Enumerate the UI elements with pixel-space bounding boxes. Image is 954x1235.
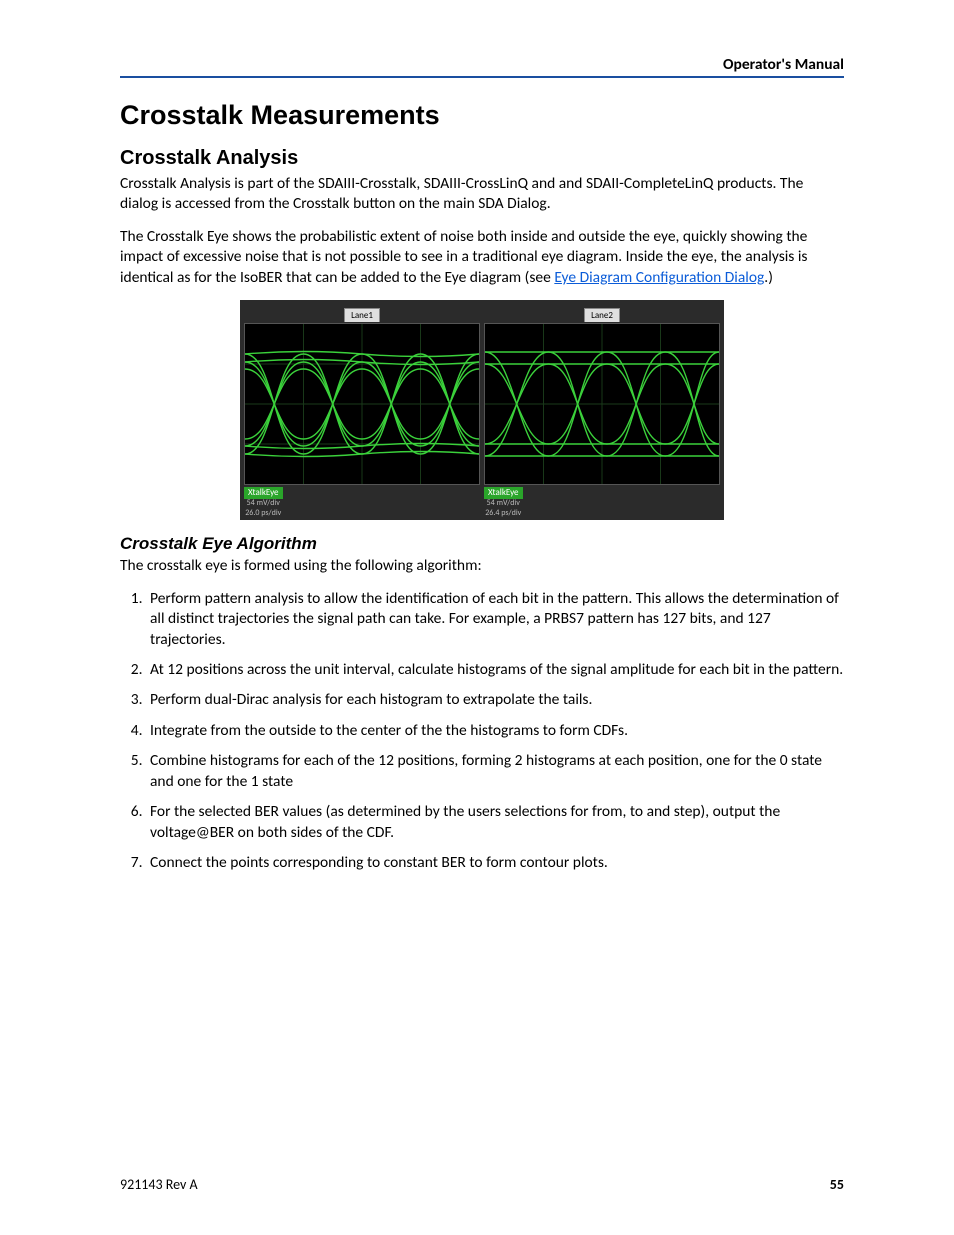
lane2-hscale: 26.4 ps/div <box>484 509 523 519</box>
step-item: Connect the points corresponding to cons… <box>146 853 844 873</box>
para-eye-text-b: .) <box>764 268 773 287</box>
doc-id: 921143 Rev A <box>120 1176 198 1193</box>
subheading-algorithm: Crosstalk Eye Algorithm <box>120 534 844 554</box>
step-item: Integrate from the outside to the center… <box>146 721 844 741</box>
algorithm-steps: Perform pattern analysis to allow the id… <box>120 589 844 874</box>
lane1-panel: Lane1 <box>244 304 480 518</box>
section-heading: Crosstalk Analysis <box>120 147 844 170</box>
para-eye-desc: The Crosstalk Eye shows the probabilisti… <box>120 227 844 288</box>
para-algorithm-intro: The crosstalk eye is formed using the fo… <box>120 556 844 576</box>
lane2-eye-diagram <box>484 323 720 485</box>
page-title: Crosstalk Measurements <box>120 100 844 131</box>
figure-wrapper: Lane1 <box>120 300 844 520</box>
step-item: Perform dual-Dirac analysis for each his… <box>146 690 844 710</box>
lane1-eye-diagram <box>244 323 480 485</box>
page-number: 55 <box>830 1176 844 1193</box>
step-item: At 12 positions across the unit interval… <box>146 660 844 680</box>
step-item: For the selected BER values (as determin… <box>146 802 844 843</box>
lane2-panel: Lane2 <box>484 304 720 518</box>
para-intro: Crosstalk Analysis is part of the SDAIII… <box>120 174 844 215</box>
step-item: Combine histograms for each of the 12 po… <box>146 751 844 792</box>
eye-diagram-link[interactable]: Eye Diagram Configuration Dialog <box>554 268 764 287</box>
running-header: Operator's Manual <box>120 55 844 78</box>
lane2-tab: Lane2 <box>584 308 620 322</box>
crosstalk-eye-figure: Lane1 <box>240 300 724 520</box>
lane1-hscale: 26.0 ps/div <box>244 509 283 519</box>
lane1-tab: Lane1 <box>344 308 380 322</box>
step-item: Perform pattern analysis to allow the id… <box>146 589 844 650</box>
